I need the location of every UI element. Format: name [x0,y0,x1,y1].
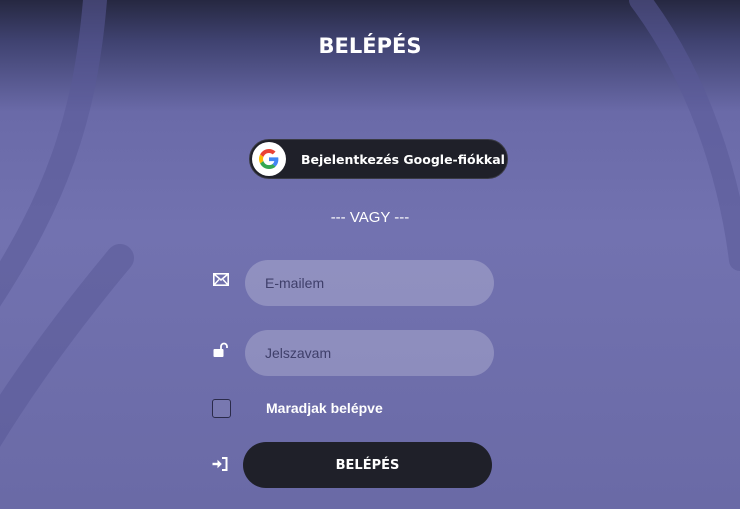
or-divider: --- VAGY --- [330,209,410,226]
remember-me-checkbox[interactable] [212,399,231,418]
envelope-icon [213,273,229,291]
google-signin-label: Bejelentkezés Google-fiókkal [301,151,505,167]
unlock-icon [213,342,229,363]
background-decoration [0,0,740,447]
google-logo-icon [252,142,286,176]
password-input[interactable] [245,330,494,376]
sign-in-icon [212,457,228,476]
remember-me-label[interactable]: Maradjak belépve [266,400,383,416]
email-input[interactable] [245,260,494,306]
google-signin-button[interactable]: Bejelentkezés Google-fiókkal [249,139,508,179]
login-submit-button[interactable]: BELÉPÉS [243,442,492,488]
page-title: BELÉPÉS [318,34,422,58]
